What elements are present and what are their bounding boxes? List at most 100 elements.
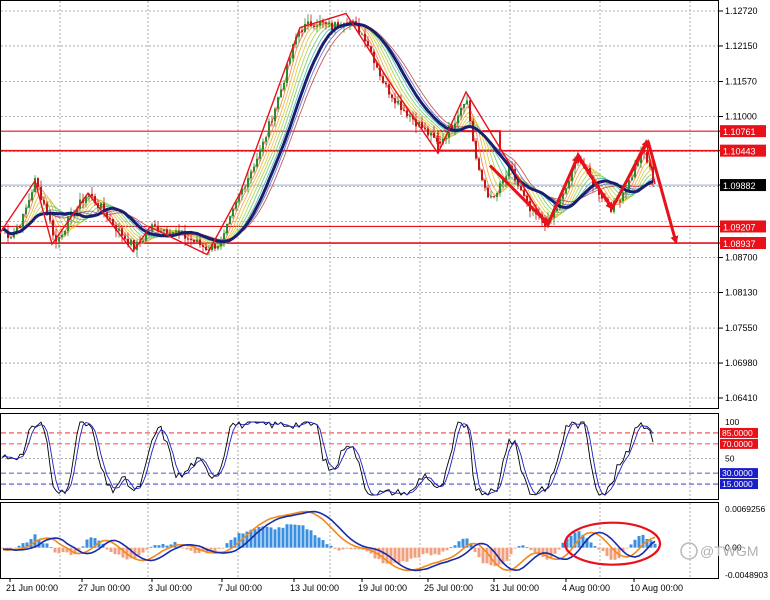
macd-histogram-bar (45, 543, 49, 548)
macd-histogram-bar (557, 547, 561, 550)
time-axis-label-1: 27 Jun 00:00 (78, 583, 130, 593)
macd-histogram-bar (333, 547, 337, 549)
stochastic-axis: 10085.000070.0000 50 30.000015.0000 (720, 417, 758, 490)
macd-histogram-bar (217, 547, 221, 549)
candle-body (520, 185, 522, 191)
candle-body (61, 234, 63, 238)
candle-body (427, 128, 429, 136)
candle-body (43, 200, 45, 204)
price-axis-label: 1.06410 (725, 393, 758, 403)
macd-histogram-bar (53, 547, 57, 553)
macd-histogram-bar (209, 547, 213, 550)
macd-histogram-bar (309, 530, 313, 548)
macd-histogram-bar (61, 547, 65, 553)
macd-histogram-bar (313, 535, 317, 548)
macd-axis: 0.00692560.00-0.0048903 (725, 504, 768, 580)
candle-body (163, 229, 165, 232)
macd-histogram-bar (9, 547, 13, 549)
macd-histogram-bar (349, 547, 353, 550)
candle-body (475, 140, 477, 159)
stoch-level-tag-label: 30.0000 (722, 468, 753, 478)
macd-histogram-bar (589, 542, 593, 548)
macd-histogram-bar (509, 547, 513, 555)
macd-histogram-bar (253, 529, 257, 548)
price-axis-label: 1.11000 (725, 111, 757, 121)
candle-body (229, 216, 231, 224)
macd-histogram-bar (477, 547, 481, 558)
candle-body (331, 22, 333, 31)
macd-histogram-bar (289, 524, 293, 548)
macd-histogram-bar (625, 547, 629, 549)
candle-body (361, 33, 363, 35)
macd-histogram-bar (413, 547, 417, 558)
macd-histogram-bar (109, 547, 113, 553)
macd-histogram-bar (601, 547, 605, 552)
candle-body (385, 82, 387, 85)
macd-histogram-bar (41, 543, 45, 548)
candle-body (187, 238, 189, 240)
macd-histogram-bar (273, 529, 277, 548)
candle-body (49, 214, 51, 221)
candle-body (124, 235, 126, 240)
macd-histogram-bar (513, 547, 517, 549)
price-axis-label: 1.12150 (725, 41, 758, 51)
candle-body (631, 177, 633, 181)
candle-body (397, 101, 399, 104)
macd-histogram-bar (629, 544, 633, 548)
candle-body (382, 76, 384, 83)
candle-body (193, 239, 195, 242)
macd-histogram-bar (569, 535, 573, 548)
macd-histogram-bar (449, 547, 453, 549)
time-axis-label-8: 4 Aug 00:00 (562, 583, 610, 593)
candle-body (37, 178, 39, 187)
chart-root: 1.12720 1.12150 1.11570 1.11000 1.10761 1.104… (0, 0, 770, 595)
candle-body (64, 230, 66, 235)
macd-histogram-bar (605, 547, 609, 557)
macd-histogram-bar (89, 537, 93, 548)
candle-body (364, 33, 366, 42)
candle-body (223, 233, 225, 241)
macd-histogram-bar (321, 540, 325, 548)
candle-body (493, 196, 495, 198)
candle-body (19, 227, 21, 229)
macd-histogram-bar (417, 547, 421, 558)
candle-body (409, 115, 411, 117)
candle-body (142, 240, 144, 243)
macd-histogram-bar (389, 547, 393, 565)
candle-body (271, 121, 273, 123)
macd-histogram-bar (445, 547, 449, 551)
price-level-tag-label: 1.09207 (723, 222, 756, 232)
candle-body (91, 193, 93, 197)
macd-histogram-bar (429, 547, 433, 556)
watermark-text: @TWGM (700, 543, 759, 559)
candle-body (244, 187, 246, 189)
candle-body (262, 141, 264, 150)
candle-body (421, 122, 423, 129)
macd-histogram-bar (325, 544, 329, 548)
candle-body (490, 196, 492, 198)
time-axis-label-0: 21 Jun 00:00 (6, 583, 58, 593)
candle-body (214, 243, 216, 249)
candle-body (301, 30, 303, 33)
candle-body (460, 107, 462, 116)
candle-body (52, 220, 54, 236)
macd-histogram-bar (137, 547, 141, 556)
macd-histogram-bar (517, 546, 521, 548)
macd-histogram-bar (229, 539, 233, 548)
price-axis: 1.12720 1.12150 1.11570 1.11000 1.10761 1.104… (719, 6, 766, 403)
candle-body (25, 207, 27, 214)
stoch-level-tag-label: 15.0000 (722, 479, 753, 489)
macd-histogram-bar (381, 547, 385, 564)
macd-histogram-bar (165, 545, 169, 548)
price-axis-label: 1.08130 (725, 288, 758, 298)
candle-body (247, 178, 249, 188)
macd-histogram-bar (161, 543, 165, 548)
macd-histogram-bar (353, 547, 357, 550)
candle-body (67, 216, 69, 231)
candle-body (424, 128, 426, 130)
candle-body (478, 158, 480, 170)
candle-body (436, 137, 438, 142)
candle-body (256, 158, 258, 167)
macd-histogram-bar (305, 529, 309, 548)
macd-histogram-bar (293, 524, 297, 548)
